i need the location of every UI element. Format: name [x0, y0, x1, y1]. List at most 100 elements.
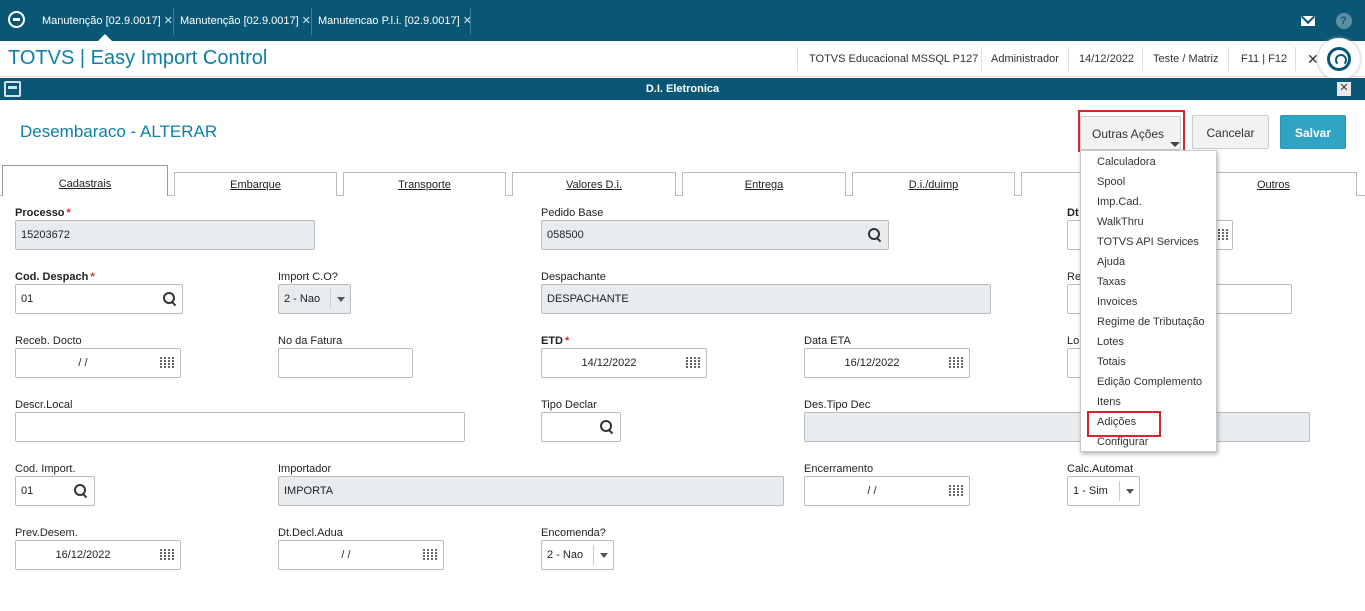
cod-import-label: Cod. Import. [15, 463, 76, 475]
processo-field[interactable]: 15203672 [15, 220, 315, 250]
descr-local-label: Descr.Local [15, 399, 73, 411]
tab-entrega[interactable]: Entrega [682, 172, 846, 196]
window-tab-label: Manutenção [02.9.0017] [42, 15, 161, 27]
etd-field[interactable]: 14/12/2022 [541, 348, 707, 378]
window-tab-3[interactable]: Manutencao P.l.i. [02.9.0017] ✕ [312, 8, 472, 35]
encomenda-label: Encomenda? [541, 527, 606, 539]
menu-item-itens[interactable]: Itens [1097, 396, 1121, 408]
tab-embarque[interactable]: Embarque [174, 172, 337, 196]
window-tab-bar: Manutenção [02.9.0017] ✕ Manutenção [02.9… [0, 0, 1365, 41]
cod-import-field[interactable]: 01 [15, 476, 95, 506]
close-icon[interactable]: ✕ [1307, 41, 1319, 77]
des-tipo-dec-label: Des.Tipo Dec [804, 399, 871, 411]
menu-item-spool[interactable]: Spool [1097, 176, 1125, 188]
tab-di-duimp[interactable]: D.i./duimp [852, 172, 1015, 196]
menu-item-calculadora[interactable]: Calculadora [1097, 156, 1156, 168]
chevron-down-icon [337, 297, 345, 302]
menu-item-taxas[interactable]: Taxas [1097, 276, 1126, 288]
help-button[interactable]: ? [1326, 0, 1361, 41]
messages-button[interactable] [1290, 0, 1325, 41]
prev-desem-field[interactable]: 16/12/2022 [15, 540, 181, 570]
menu-item-lotes[interactable]: Lotes [1097, 336, 1124, 348]
user-label[interactable]: Administrador [991, 41, 1059, 77]
encerramento-field[interactable]: / / [804, 476, 970, 506]
cancel-button[interactable]: Cancelar [1192, 115, 1269, 149]
data-eta-field[interactable]: 16/12/2022 [804, 348, 970, 378]
despachante-field[interactable]: DESPACHANTE [541, 284, 991, 314]
calendar-icon[interactable] [160, 357, 174, 369]
highlight-box [1087, 411, 1161, 437]
search-icon[interactable] [599, 419, 615, 435]
menu-item-imp-cad[interactable]: Imp.Cad. [1097, 196, 1142, 208]
divider [797, 47, 798, 71]
cod-despach-field[interactable]: 01 [15, 284, 183, 314]
menu-item-ajuda[interactable]: Ajuda [1097, 256, 1125, 268]
calendar-icon[interactable] [949, 485, 963, 497]
branch-label[interactable]: Teste / Matriz [1153, 41, 1218, 77]
des-tipo-dec-field[interactable] [804, 412, 1310, 442]
tab-transporte[interactable]: Transporte [343, 172, 506, 196]
calendar-icon[interactable] [686, 357, 700, 369]
close-icon[interactable]: ✕ [302, 15, 311, 27]
import-co-label: Import C.O? [278, 271, 338, 283]
search-icon[interactable] [867, 227, 883, 243]
menu-item-regime-tributacao[interactable]: Regime de Tributação [1097, 316, 1205, 328]
encomenda-select[interactable]: 2 - Nao [541, 540, 614, 570]
pedido-base-label: Pedido Base [541, 207, 604, 219]
divider [1295, 47, 1296, 71]
dialog-title: D.I. Eletronica [645, 83, 720, 95]
window-tab-label: Manutenção [02.9.0017] [180, 15, 299, 27]
highlight-box [1078, 110, 1185, 152]
chevron-down-icon [600, 553, 608, 558]
assistant-chat-button[interactable] [1318, 38, 1360, 80]
app-header: TOTVS | Easy Import Control TOTVS Educac… [0, 41, 1365, 77]
pedido-base-field[interactable]: 058500 [541, 220, 889, 250]
re-label: Re [1067, 271, 1082, 283]
window-tab-2[interactable]: Manutenção [02.9.0017] ✕ [174, 8, 311, 35]
close-icon[interactable]: ✕ [164, 15, 173, 27]
no-fatura-field[interactable] [278, 348, 413, 378]
etd-label: ETD * [541, 335, 570, 347]
menu-item-totvs-api-services[interactable]: TOTVS API Services [1097, 236, 1199, 248]
search-icon[interactable] [73, 483, 89, 499]
totvs-logo-icon[interactable] [8, 11, 25, 28]
tipo-declar-field[interactable] [541, 412, 621, 442]
data-eta-label: Data ETA [804, 335, 851, 347]
calendar-icon[interactable] [949, 357, 963, 369]
importador-field[interactable]: IMPORTA [278, 476, 784, 506]
window-tab-1[interactable]: Manutenção [02.9.0017] ✕ [36, 8, 173, 35]
importador-label: Importador [278, 463, 332, 475]
environment-label[interactable]: TOTVS Educacional MSSQL P127 [809, 41, 978, 77]
app-title: TOTVS | Easy Import Control [8, 47, 268, 69]
menu-item-invoices[interactable]: Invoices [1097, 296, 1137, 308]
menu-item-totais[interactable]: Totais [1097, 356, 1126, 368]
divider [1119, 481, 1120, 501]
tipo-declar-label: Tipo Declar [541, 399, 597, 411]
save-button[interactable]: Salvar [1280, 115, 1346, 149]
processo-label: Processo * [15, 207, 71, 219]
menu-item-walkthru[interactable]: WalkThru [1097, 216, 1144, 228]
chevron-down-icon [1126, 489, 1134, 494]
dialog-close-icon[interactable]: ✕ [1337, 82, 1351, 96]
calc-automat-label: Calc.Automat [1067, 463, 1134, 475]
menu-item-configurar[interactable]: Configurar [1097, 436, 1148, 448]
window-icon[interactable] [4, 81, 21, 97]
dt-label: Dt [1067, 207, 1079, 219]
search-icon[interactable] [162, 291, 178, 307]
calendar-icon[interactable] [160, 549, 174, 561]
shortcuts-label[interactable]: F11 | F12 [1241, 41, 1287, 77]
dialog-title-bar: D.I. Eletronica [0, 78, 1365, 100]
descr-local-field[interactable] [15, 412, 465, 442]
dt-decl-adua-label: Dt.Decl.Adua [278, 527, 343, 539]
date-label[interactable]: 14/12/2022 [1079, 41, 1134, 77]
tab-valores-di[interactable]: Valores D.i. [512, 172, 676, 196]
dt-decl-adua-field[interactable]: / / [278, 540, 444, 570]
receb-docto-field[interactable]: / / [15, 348, 181, 378]
menu-item-edicao-complemento[interactable]: Edição Complemento [1097, 376, 1202, 388]
import-co-select[interactable]: 2 - Nao [278, 284, 351, 314]
divider [593, 545, 594, 565]
calendar-icon[interactable] [423, 549, 437, 561]
divider [1142, 47, 1143, 71]
calc-automat-select[interactable]: 1 - Sim [1067, 476, 1140, 506]
tab-cadastrais[interactable]: Cadastrais [2, 165, 168, 196]
